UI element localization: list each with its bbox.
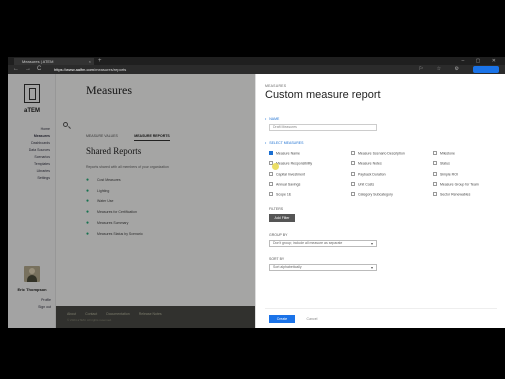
measure-option-label: Annual Savings (276, 182, 301, 187)
measure-option-label: Measure Group for Team (440, 182, 479, 187)
measure-option[interactable]: Measure Notes (351, 161, 382, 166)
measure-option-label: Capital Investment (276, 172, 305, 177)
checkbox[interactable] (351, 151, 355, 155)
measure-option-label: Measure Name (276, 151, 300, 156)
checkbox[interactable] (269, 182, 273, 186)
measures-label: SELECT MEASURES (265, 141, 303, 145)
measure-option[interactable]: Payback Duration (351, 172, 386, 177)
measure-option-label: Sector Renewables (440, 192, 471, 197)
panel-kicker: MEASURES (265, 84, 287, 88)
profile-icon[interactable] (473, 66, 499, 73)
measure-option[interactable]: Annual Savings (269, 182, 300, 187)
address-bar: ← → C https://www.aalfm.com/measures/rep… (8, 65, 505, 74)
window-controls[interactable]: – ▢ ✕ (462, 57, 501, 65)
measure-option-label: Milestone (440, 151, 455, 156)
sort-by-label: SORT BY (269, 257, 285, 261)
custom-report-panel: MEASURES Custom measure report NAME Draf… (255, 74, 505, 328)
measure-option[interactable]: Sector Renewables (433, 192, 470, 197)
measure-option[interactable]: Measure Scenario Description (351, 151, 405, 156)
measure-option-label: Status (440, 161, 450, 166)
checkbox[interactable] (269, 172, 273, 176)
measure-option[interactable]: Unit Costs (351, 182, 374, 187)
group-by-select[interactable]: Don't group; include all measure as sepa… (269, 240, 377, 247)
filters-label: FILTERS (269, 207, 284, 211)
name-label: NAME (265, 117, 279, 121)
checkbox[interactable] (351, 161, 355, 165)
measure-option[interactable]: Category Subcategory (351, 192, 393, 197)
mouse-cursor-highlight (272, 163, 279, 170)
measure-option[interactable]: Scope 1E (269, 192, 291, 197)
sort-by-select[interactable]: Sort alphabetically ▾ (269, 264, 377, 271)
report-name-input[interactable]: Draft Measures (269, 124, 377, 131)
group-by-label: GROUP BY (269, 233, 288, 237)
browser-tab[interactable]: Measures | ATEM × (14, 58, 94, 65)
cancel-button[interactable]: Cancel (304, 315, 320, 323)
sort-by-value: Sort alphabetically (273, 265, 302, 269)
measure-option[interactable]: Measure Name (269, 151, 300, 156)
browser-tab-bar: Measures | ATEM × + – ▢ ✕ (8, 57, 505, 65)
checkbox[interactable] (351, 192, 355, 196)
measure-option-label: Measure Responsibility (276, 161, 313, 166)
back-icon[interactable]: ← (13, 66, 19, 73)
group-by-value: Don't group; include all measure as sepa… (273, 241, 343, 245)
app: aTEM Home Measures Dashboards Data Sourc… (8, 74, 505, 328)
checkbox[interactable] (433, 192, 437, 196)
measure-option[interactable]: Milestone (433, 151, 455, 156)
checkbox[interactable] (269, 192, 273, 196)
measure-option[interactable]: Status (433, 161, 450, 166)
tab-title: Measures | ATEM (22, 59, 54, 64)
divider (265, 308, 497, 309)
measure-option[interactable]: Simple ROI (433, 172, 458, 177)
checkbox[interactable] (433, 161, 437, 165)
chevron-down-icon: ▾ (370, 241, 373, 246)
forward-icon[interactable]: → (25, 66, 31, 73)
url-field[interactable]: https://www.aalfm.com/measures/reports (54, 66, 434, 73)
url-host: https://www.aalfm.com (54, 67, 95, 72)
measure-option-label: Payback Duration (358, 172, 386, 177)
checkbox[interactable] (433, 151, 437, 155)
checkbox-checked[interactable] (269, 151, 273, 155)
measure-option-label: Measure Notes (358, 161, 382, 166)
modal-overlay[interactable] (8, 74, 255, 328)
panel-title: Custom measure report (265, 89, 381, 101)
url-path: /measures/reports (94, 67, 127, 72)
measure-option-label: Unit Costs (358, 182, 375, 187)
reload-icon[interactable]: C (37, 66, 41, 73)
checkbox[interactable] (433, 182, 437, 186)
measure-option-label: Category Subcategory (358, 192, 393, 197)
toolbar-icons[interactable]: ⚐ ☆ ⚙ (419, 66, 465, 73)
screen: Measures | ATEM × + – ▢ ✕ ← → C https://… (8, 57, 505, 328)
measure-option[interactable]: Capital Investment (269, 172, 305, 177)
measure-option[interactable]: Measure Group for Team (433, 182, 479, 187)
measure-option-label: Scope 1E (276, 192, 292, 197)
checkbox[interactable] (351, 182, 355, 186)
tab-close-icon[interactable]: × (89, 58, 91, 65)
measure-option-label: Measure Scenario Description (358, 151, 405, 156)
checkbox[interactable] (433, 172, 437, 176)
new-tab-icon[interactable]: + (98, 57, 102, 65)
checkbox[interactable] (351, 172, 355, 176)
measure-option-label: Simple ROI (440, 172, 458, 177)
create-button[interactable]: Create (269, 315, 295, 323)
chevron-down-icon: ▾ (370, 265, 373, 270)
add-filter-button[interactable]: Add Filter (269, 214, 295, 222)
